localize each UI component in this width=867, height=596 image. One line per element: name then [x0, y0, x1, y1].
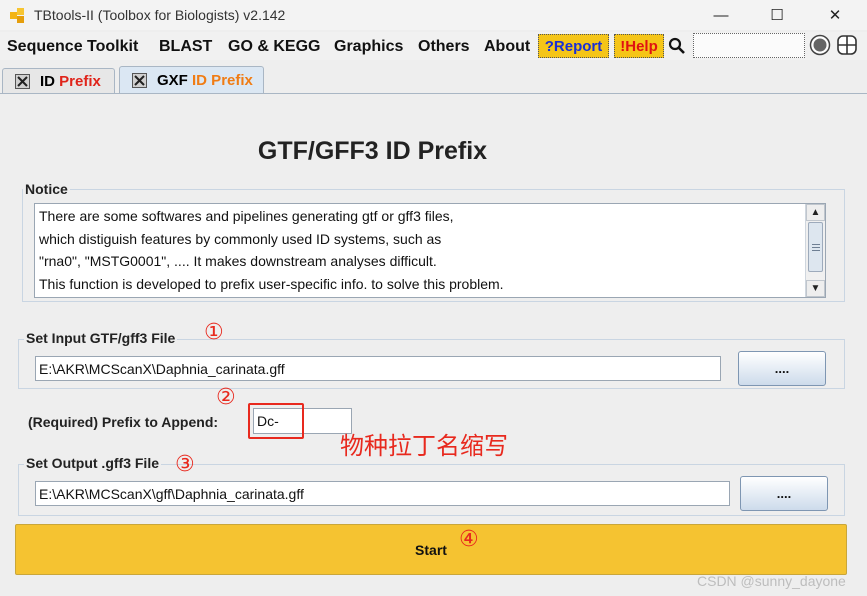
window-title: TBtools-II (Toolbox for Biologists) v2.1… — [34, 7, 286, 23]
grip-line — [812, 244, 820, 245]
scroll-thumb[interactable] — [808, 222, 823, 272]
page-title: GTF/GFF3 ID Prefix — [257, 137, 488, 165]
close-button[interactable]: ✕ — [812, 0, 858, 30]
search-input[interactable] — [693, 33, 805, 58]
menu-blast[interactable]: BLAST — [159, 38, 212, 56]
grip-line — [812, 247, 820, 248]
grip-line — [812, 250, 820, 251]
menu-about[interactable]: About — [484, 38, 530, 56]
browse-input-button[interactable]: .... — [738, 351, 826, 386]
notice-label: Notice — [23, 181, 70, 197]
notice-text-area[interactable]: There are some softwares and pipelines g… — [34, 203, 826, 298]
step-marker-1: ① — [204, 320, 224, 345]
watermark: CSDN @sunny_dayone — [697, 573, 846, 589]
grid-icon[interactable] — [836, 34, 858, 56]
report-button[interactable]: ?Report — [538, 34, 609, 58]
menu-go-kegg[interactable]: GO & KEGG — [228, 38, 320, 56]
search-icon[interactable] — [668, 37, 686, 55]
notice-line: There are some softwares and pipelines g… — [39, 208, 454, 224]
tab-label-accent: ID Prefix — [192, 71, 253, 89]
browse-output-button[interactable]: .... — [740, 476, 828, 511]
tab-id-prefix[interactable]: ID Prefix — [2, 68, 115, 93]
scroll-up-icon[interactable]: ▲ — [806, 204, 825, 221]
close-icon: ✕ — [828, 7, 842, 24]
prefix-label: (Required) Prefix to Append: — [28, 414, 219, 430]
input-file-label: Set Input GTF/gff3 File — [24, 330, 178, 346]
notice-line: This function is developed to prefix use… — [39, 276, 504, 292]
step-marker-3: ③ — [175, 452, 195, 477]
record-icon[interactable] — [809, 34, 831, 56]
tab-label-accent: Prefix — [59, 72, 101, 90]
scroll-down-icon[interactable]: ▼ — [806, 280, 825, 297]
menu-sequence-toolkit[interactable]: Sequence Toolkit — [7, 38, 138, 56]
tab-label: GXF — [157, 71, 193, 89]
tab-label: ID — [40, 72, 60, 90]
notice-scrollbar[interactable]: ▲ ▼ — [805, 204, 825, 297]
step-marker-2: ② — [216, 385, 236, 410]
notice-line: which distiguish features by commonly us… — [39, 231, 442, 247]
start-button[interactable]: Start — [15, 524, 847, 575]
notice-line: "rna0", "MSTG0001", .... It makes downst… — [39, 253, 437, 269]
output-file-label: Set Output .gff3 File — [24, 455, 161, 471]
minimize-icon: — — [713, 6, 729, 24]
tab-gxf-id-prefix[interactable]: GXF ID Prefix — [119, 66, 264, 93]
menu-others[interactable]: Others — [418, 38, 470, 56]
tab-close-icon[interactable] — [15, 73, 30, 89]
maximize-icon: ☐ — [770, 7, 784, 24]
input-file-field[interactable]: E:\AKR\MCScanX\Daphnia_carinata.gff — [35, 356, 721, 381]
help-button[interactable]: !Help — [614, 34, 664, 58]
highlight-box — [248, 403, 304, 439]
tab-close-icon[interactable] — [132, 72, 147, 88]
tbtools-logo-icon — [10, 8, 24, 23]
minimize-button[interactable]: — — [698, 0, 744, 30]
output-file-field[interactable]: E:\AKR\MCScanX\gff\Daphnia_carinata.gff — [35, 481, 730, 506]
step-marker-4: ④ — [459, 527, 479, 552]
prefix-annotation: 物种拉丁名缩写 — [340, 432, 508, 460]
maximize-button[interactable]: ☐ — [754, 0, 800, 30]
title-bar: TBtools-II (Toolbox for Biologists) v2.1… — [0, 0, 867, 30]
menu-graphics[interactable]: Graphics — [334, 38, 403, 56]
